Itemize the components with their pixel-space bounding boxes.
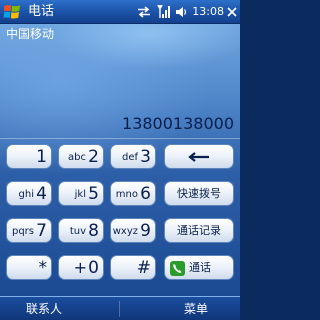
dialed-number: 13800138000 xyxy=(122,114,234,133)
close-icon[interactable] xyxy=(226,3,238,22)
status-icons: 13:08 xyxy=(137,3,238,21)
call-button-label: 通话 xyxy=(189,261,211,274)
dialer-panel: 中国移动 13800138000 1 abc 2 def 3 ghi 4 jkl… xyxy=(0,24,240,296)
key-7[interactable]: pqrs 7 xyxy=(6,218,52,243)
backspace-arrow-icon xyxy=(188,152,209,162)
speed-dial-button[interactable]: 快速拨号 xyxy=(164,181,234,206)
key-8[interactable]: tuv 8 xyxy=(58,218,104,243)
signal-strength-icon[interactable] xyxy=(156,3,171,22)
volume-icon[interactable] xyxy=(175,3,187,22)
menu-softkey[interactable]: 菜单 xyxy=(184,298,208,320)
key-2[interactable]: abc 2 xyxy=(58,144,104,169)
key-6[interactable]: mno 6 xyxy=(110,181,156,206)
softkey-divider xyxy=(119,301,120,317)
key-star[interactable]: * xyxy=(6,255,52,280)
windows-start-icon[interactable] xyxy=(2,2,22,22)
title-bar: 电话 13:08 xyxy=(0,0,240,24)
key-1[interactable]: 1 xyxy=(6,144,52,169)
sync-arrows-icon[interactable] xyxy=(137,3,151,22)
call-button[interactable]: 通话 xyxy=(164,255,234,280)
clock[interactable]: 13:08 xyxy=(192,3,224,21)
backspace-button[interactable] xyxy=(164,144,234,169)
key-0[interactable]: + 0 xyxy=(58,255,104,280)
key-4[interactable]: ghi 4 xyxy=(6,181,52,206)
display-divider xyxy=(0,138,240,139)
key-hash[interactable]: # xyxy=(110,255,156,280)
soft-key-bar: 联系人 菜单 xyxy=(0,296,240,320)
app-title: 电话 xyxy=(28,4,55,19)
key-5[interactable]: jkl 5 xyxy=(58,181,104,206)
phone-call-icon xyxy=(170,261,185,276)
contacts-softkey[interactable]: 联系人 xyxy=(26,298,62,320)
key-3[interactable]: def 3 xyxy=(110,144,156,169)
key-9[interactable]: wxyz 9 xyxy=(110,218,156,243)
call-log-button[interactable]: 通话记录 xyxy=(164,218,234,243)
carrier-name: 中国移动 xyxy=(6,27,55,41)
